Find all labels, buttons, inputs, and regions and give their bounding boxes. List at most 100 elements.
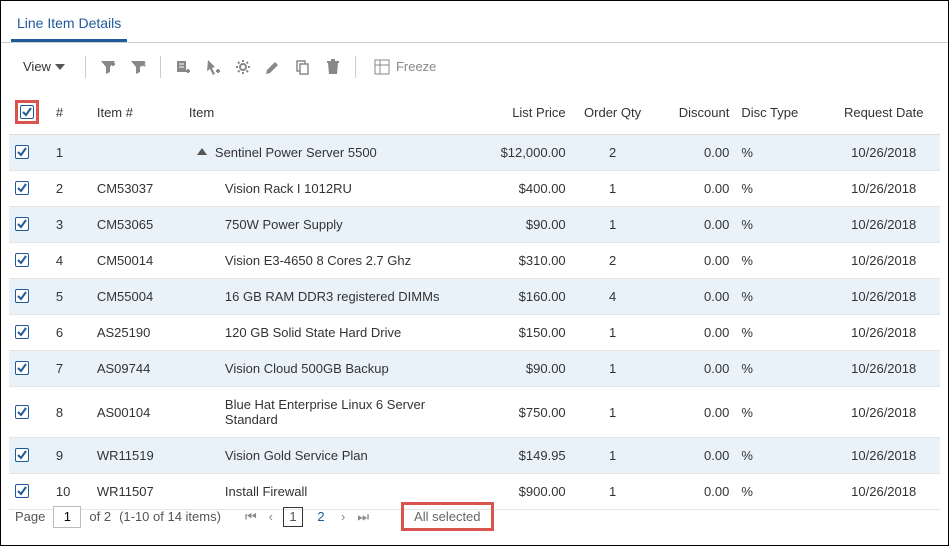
page-label: Page xyxy=(15,509,45,524)
row-checkbox[interactable] xyxy=(15,181,29,195)
table-row[interactable]: 9WR11519Vision Gold Service Plan$149.951… xyxy=(9,438,940,474)
pager-first-icon[interactable]: ⏮ xyxy=(243,509,259,525)
cell-item-no: AS00104 xyxy=(91,387,183,438)
cell-qty: 1 xyxy=(572,207,654,243)
copy-icon[interactable] xyxy=(293,57,313,77)
table-row[interactable]: 4CM50014Vision E3-4650 8 Cores 2.7 Ghz$3… xyxy=(9,243,940,279)
select-all-checkbox[interactable] xyxy=(20,105,34,119)
cell-disc-type: % xyxy=(735,474,827,510)
item-desc: Install Firewall xyxy=(189,484,307,499)
row-checkbox[interactable] xyxy=(15,217,29,231)
col-order-qty[interactable]: Order Qty xyxy=(572,90,654,135)
cell-item-no xyxy=(91,135,183,171)
cell-date: 10/26/2018 xyxy=(827,243,940,279)
clear-filter-icon[interactable] xyxy=(128,57,148,77)
row-checkbox[interactable] xyxy=(15,325,29,339)
gear-icon[interactable] xyxy=(233,57,253,77)
chevron-down-icon xyxy=(55,64,65,70)
cell-date: 10/26/2018 xyxy=(827,279,940,315)
row-checkbox[interactable] xyxy=(15,448,29,462)
col-request-date[interactable]: Request Date xyxy=(827,90,940,135)
pager-last-icon[interactable]: ⏭ xyxy=(355,509,371,525)
row-checkbox[interactable] xyxy=(15,361,29,375)
item-desc: Vision E3-4650 8 Cores 2.7 Ghz xyxy=(189,253,411,268)
view-label: View xyxy=(23,59,51,74)
cell-item: 16 GB RAM DDR3 registered DIMMs xyxy=(183,279,469,315)
action-icon[interactable] xyxy=(203,57,223,77)
cell-qty: 2 xyxy=(572,135,654,171)
edit-icon[interactable] xyxy=(263,57,283,77)
table-row[interactable]: 1Sentinel Power Server 5500$12,000.0020.… xyxy=(9,135,940,171)
cell-disc: 0.00 xyxy=(654,171,736,207)
cell-row-num: 3 xyxy=(50,207,91,243)
cell-date: 10/26/2018 xyxy=(827,438,940,474)
table-row[interactable]: 8AS00104Blue Hat Enterprise Linux 6 Serv… xyxy=(9,387,940,438)
tab-line-item-details[interactable]: Line Item Details xyxy=(11,9,127,42)
table-row[interactable]: 6AS25190 120 GB Solid State Hard Drive $15… xyxy=(9,315,940,351)
cell-qty: 1 xyxy=(572,315,654,351)
col-discount[interactable]: Discount xyxy=(654,90,736,135)
pager-page-1[interactable]: 1 xyxy=(283,507,303,527)
table-row[interactable]: 2CM53037Vision Rack I 1012RU$400.0010.00… xyxy=(9,171,940,207)
expand-icon[interactable] xyxy=(197,148,207,155)
col-list-price[interactable]: List Price xyxy=(469,90,571,135)
cell-item: Sentinel Power Server 5500 xyxy=(183,135,469,171)
cell-item: 750W Power Supply xyxy=(183,207,469,243)
cell-price: $150.00 xyxy=(469,315,571,351)
freeze-button[interactable]: Freeze xyxy=(374,59,436,75)
row-checkbox[interactable] xyxy=(15,289,29,303)
pager-page-2[interactable]: 2 xyxy=(311,507,331,527)
view-menu-button[interactable]: View xyxy=(15,55,73,78)
table-row[interactable]: 3CM53065750W Power Supply$90.0010.00%10/… xyxy=(9,207,940,243)
cell-disc: 0.00 xyxy=(654,243,736,279)
row-checkbox[interactable] xyxy=(15,145,29,159)
row-checkbox[interactable] xyxy=(15,405,29,419)
cell-disc: 0.00 xyxy=(654,474,736,510)
cell-disc: 0.00 xyxy=(654,351,736,387)
cell-qty: 4 xyxy=(572,279,654,315)
cell-date: 10/26/2018 xyxy=(827,135,940,171)
table-row[interactable]: 5CM5500416 GB RAM DDR3 registered DIMMs$… xyxy=(9,279,940,315)
cell-item: Vision E3-4650 8 Cores 2.7 Ghz xyxy=(183,243,469,279)
cell-qty: 1 xyxy=(572,351,654,387)
cell-item: Blue Hat Enterprise Linux 6 Server Stand… xyxy=(183,387,469,438)
table-row[interactable]: 7AS09744Vision Cloud 500GB Backup$90.001… xyxy=(9,351,940,387)
toolbar-separator xyxy=(355,56,356,78)
all-selected-indicator: All selected xyxy=(401,502,493,531)
col-item-no[interactable]: Item # xyxy=(91,90,183,135)
cell-item: Vision Gold Service Plan xyxy=(183,438,469,474)
page-range: (1-10 of 14 items) xyxy=(119,509,221,524)
add-row-icon[interactable] xyxy=(173,57,193,77)
cell-row-num: 1 xyxy=(50,135,91,171)
page-input[interactable] xyxy=(53,506,81,528)
col-item[interactable]: Item xyxy=(183,90,469,135)
cell-date: 10/26/2018 xyxy=(827,315,940,351)
item-desc: Blue Hat Enterprise Linux 6 Server Stand… xyxy=(189,397,463,427)
item-desc: Vision Gold Service Plan xyxy=(189,448,368,463)
cell-row-num: 4 xyxy=(50,243,91,279)
pager-next-icon[interactable]: › xyxy=(339,509,347,524)
row-checkbox[interactable] xyxy=(15,484,29,498)
cell-item-no: AS25190 xyxy=(91,315,183,351)
cell-disc-type: % xyxy=(735,279,827,315)
cell-qty: 1 xyxy=(572,171,654,207)
item-desc: 120 GB Solid State Hard Drive xyxy=(189,325,401,340)
delete-icon[interactable] xyxy=(323,57,343,77)
cell-item-no: WR11519 xyxy=(91,438,183,474)
cell-price: $12,000.00 xyxy=(469,135,571,171)
cell-row-num: 5 xyxy=(50,279,91,315)
pager-prev-icon[interactable]: ‹ xyxy=(267,509,275,524)
col-disc-type[interactable]: Disc Type xyxy=(735,90,827,135)
add-filter-icon[interactable] xyxy=(98,57,118,77)
cell-price: $149.95 xyxy=(469,438,571,474)
toolbar-separator xyxy=(160,56,161,78)
cell-disc: 0.00 xyxy=(654,438,736,474)
cell-qty: 1 xyxy=(572,474,654,510)
col-row-num[interactable]: # xyxy=(50,90,91,135)
cell-date: 10/26/2018 xyxy=(827,387,940,438)
cell-row-num: 6 xyxy=(50,315,91,351)
cell-qty: 2 xyxy=(572,243,654,279)
cell-row-num: 2 xyxy=(50,171,91,207)
row-checkbox[interactable] xyxy=(15,253,29,267)
cell-price: $310.00 xyxy=(469,243,571,279)
